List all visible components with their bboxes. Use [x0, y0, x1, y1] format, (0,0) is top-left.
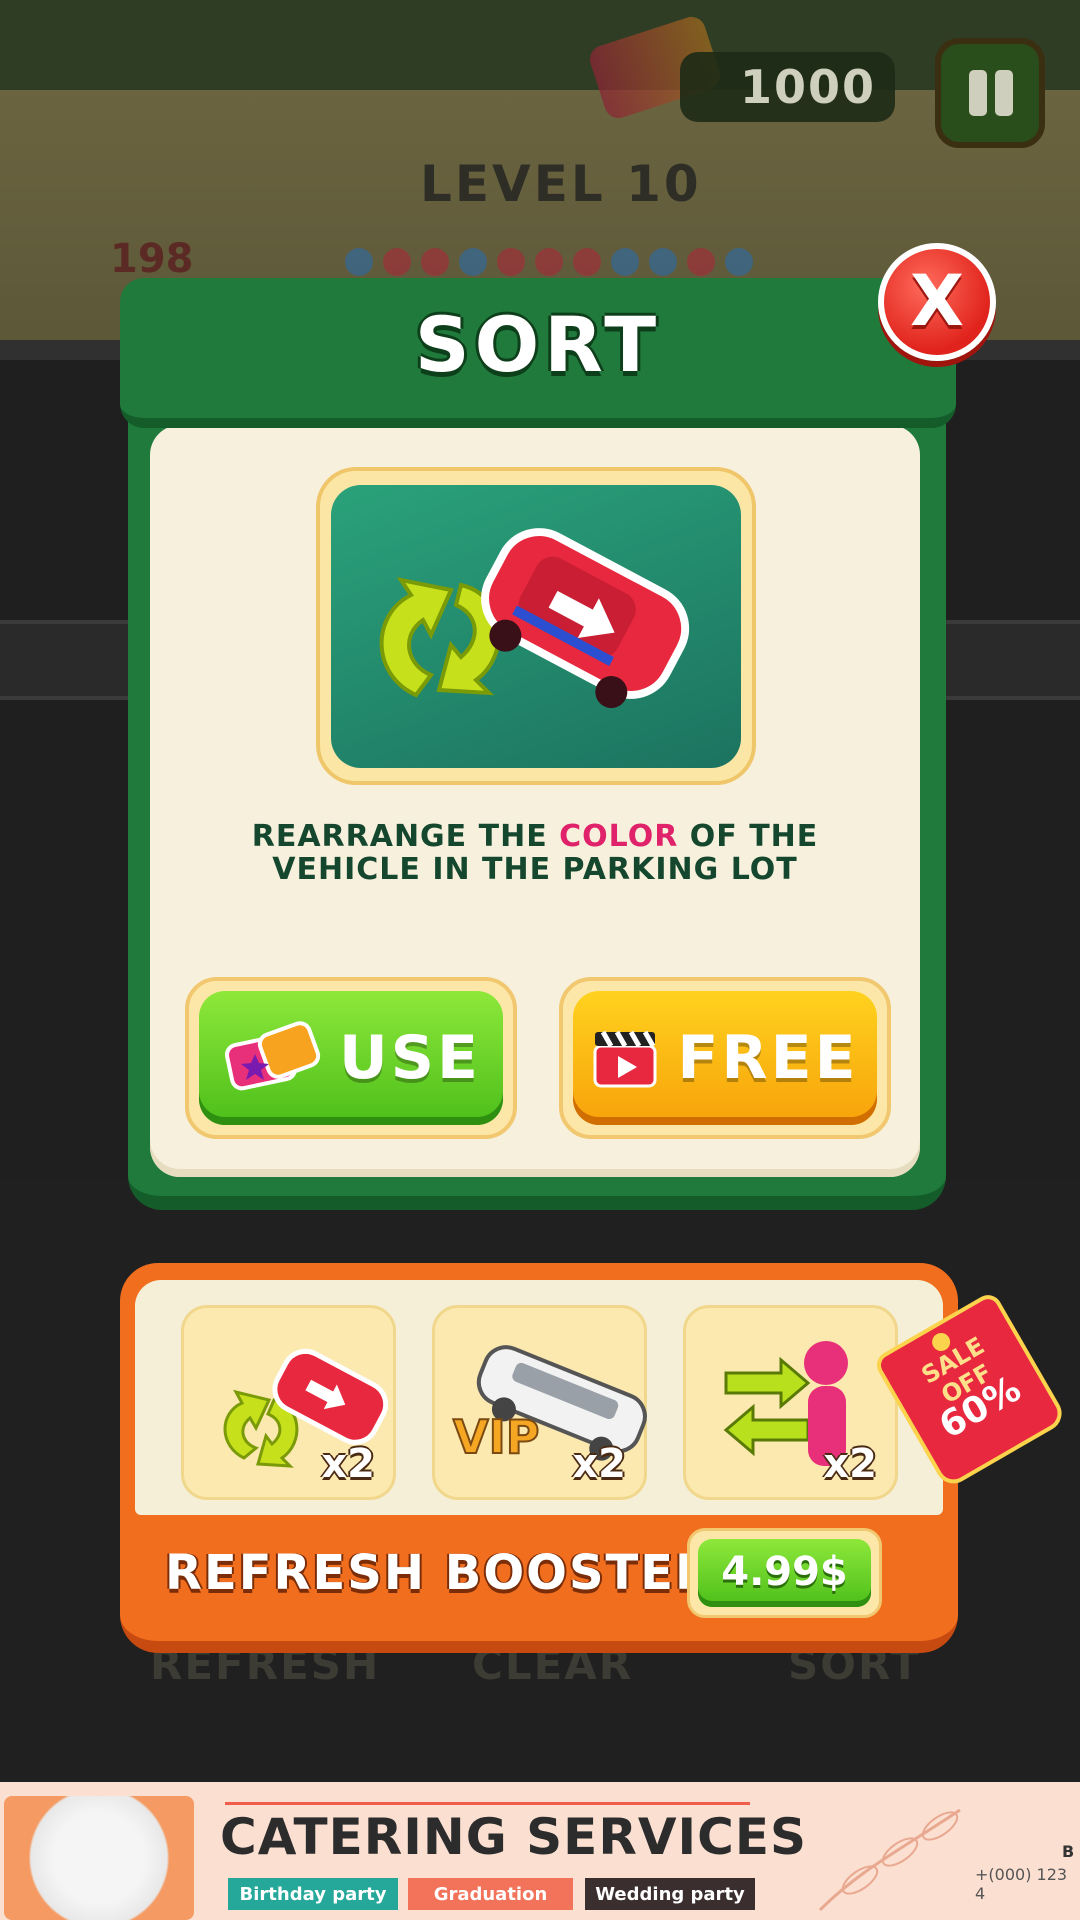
free-button[interactable]: FREE	[573, 991, 877, 1125]
red-car-icon	[481, 528, 690, 709]
ad-tag: Wedding party	[585, 1878, 755, 1910]
use-button[interactable]: USE	[199, 991, 503, 1125]
passenger-dot	[687, 248, 715, 276]
sort-booster-image	[331, 485, 741, 768]
queue-counter: 198	[110, 236, 194, 282]
ad-corner-text: B	[1062, 1842, 1075, 1861]
passenger-dot	[573, 248, 601, 276]
video-clapper-icon	[593, 1030, 657, 1088]
free-button-frame: FREE	[559, 977, 891, 1139]
offer-title: REFRESH BOOSTER	[165, 1545, 714, 1601]
use-button-frame: USE	[185, 977, 517, 1139]
ad-divider	[225, 1802, 750, 1805]
passenger-dot	[649, 248, 677, 276]
ad-tag: Birthday party	[228, 1878, 398, 1910]
passenger-dot	[611, 248, 639, 276]
passenger-dot	[535, 248, 563, 276]
ad-title: CATERING SERVICES	[220, 1808, 807, 1866]
close-button[interactable]: X	[878, 243, 996, 361]
offer-item-vip: VIP x2	[432, 1305, 647, 1500]
coin-counter: 1000	[740, 60, 877, 114]
leaf-decoration	[818, 1808, 961, 1912]
level-label: LEVEL 10	[420, 155, 702, 213]
item-quantity: x2	[572, 1441, 626, 1487]
item-quantity: x2	[823, 1441, 877, 1487]
passenger-dot	[383, 248, 411, 276]
food-plate-image	[4, 1796, 194, 1920]
dialog-title: SORT	[414, 300, 662, 389]
description-accent: COLOR	[559, 819, 679, 854]
ad-tag: Graduation	[408, 1878, 573, 1910]
description-text: REARRANGE THE	[251, 819, 560, 854]
passenger-dot	[421, 248, 449, 276]
passenger-dot	[497, 248, 525, 276]
passenger-dot	[345, 248, 373, 276]
passenger-queue	[345, 248, 753, 276]
ad-phone: +(000) 123 4	[975, 1865, 1068, 1903]
item-quantity: x2	[321, 1441, 375, 1487]
passenger-dot	[725, 248, 753, 276]
offer-item-swap: x2	[683, 1305, 898, 1500]
offer-item-sort: x2	[181, 1305, 396, 1500]
pause-button[interactable]	[935, 38, 1045, 148]
dialog-description: REARRANGE THE COLOR OF THE VEHICLE IN TH…	[230, 820, 840, 886]
use-button-label: USE	[339, 1023, 481, 1093]
price-button-frame: 4.99$	[687, 1528, 882, 1618]
free-button-label: FREE	[677, 1023, 859, 1093]
svg-text:VIP: VIP	[453, 1410, 539, 1464]
buy-price-button[interactable]: 4.99$	[698, 1539, 871, 1607]
passenger-dot	[459, 248, 487, 276]
ticket-icon	[225, 1021, 321, 1091]
